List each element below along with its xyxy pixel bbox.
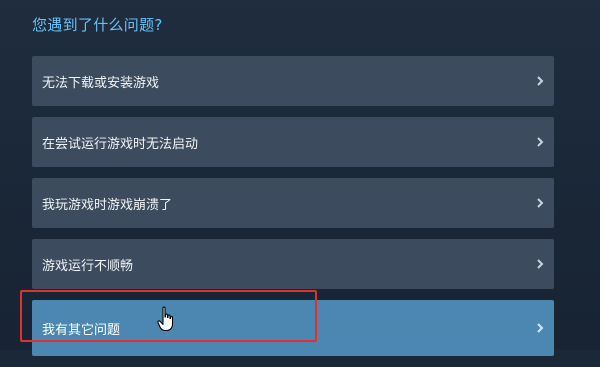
chevron-right-icon [534, 136, 546, 148]
menu-item-label: 我有其它问题 [42, 322, 121, 338]
menu-item-label: 在尝试运行游戏时无法启动 [42, 136, 199, 152]
menu-item-wont-start[interactable]: 在尝试运行游戏时无法启动 [32, 117, 554, 167]
menu-item-label: 游戏运行不顺畅 [42, 258, 134, 274]
chevron-right-icon [534, 258, 546, 270]
chevron-right-icon [534, 322, 546, 334]
hand-pointer-icon [157, 306, 175, 332]
issue-menu: 无法下载或安装游戏 在尝试运行游戏时无法启动 我玩游戏时游戏崩溃了 游戏运行不顺… [32, 56, 554, 367]
menu-item-cannot-download[interactable]: 无法下载或安装游戏 [32, 56, 554, 106]
page-title: 您遇到了什么问题? [32, 16, 163, 34]
menu-item-label: 我玩游戏时游戏崩溃了 [42, 197, 173, 213]
menu-item-other-issue[interactable]: 我有其它问题 [32, 300, 554, 356]
chevron-right-icon [534, 197, 546, 209]
chevron-right-icon [534, 75, 546, 87]
menu-item-crashes[interactable]: 我玩游戏时游戏崩溃了 [32, 178, 554, 228]
menu-item-not-smooth[interactable]: 游戏运行不顺畅 [32, 239, 554, 289]
menu-item-label: 无法下载或安装游戏 [42, 75, 160, 91]
